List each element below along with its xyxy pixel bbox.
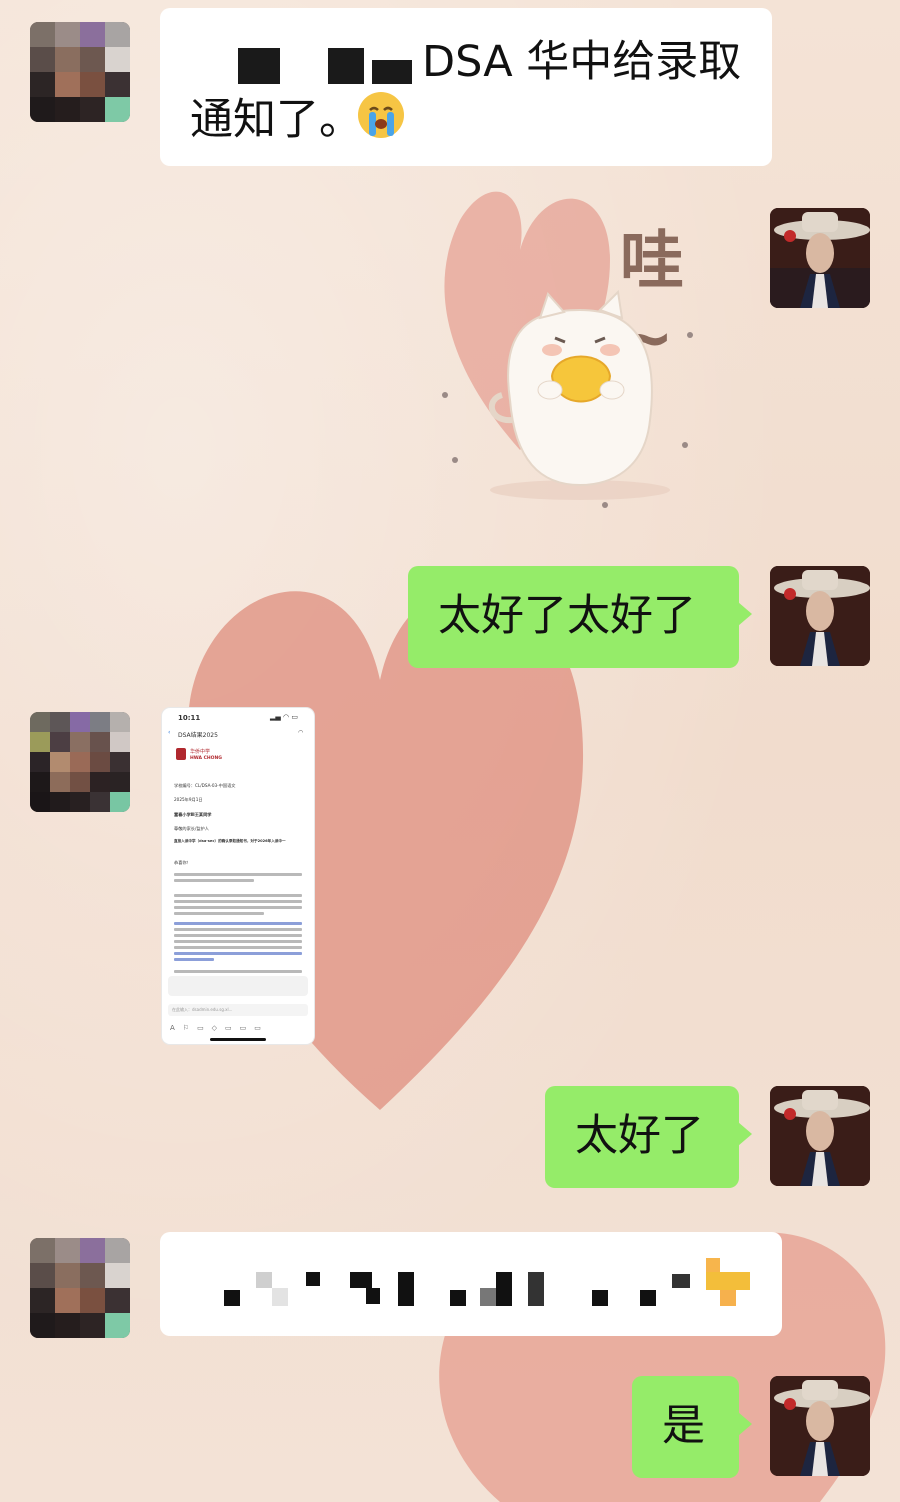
redacted-text xyxy=(372,60,412,84)
avatar[interactable] xyxy=(30,712,130,812)
bubble-tail xyxy=(738,602,752,626)
avatar[interactable] xyxy=(770,1086,870,1186)
avatar[interactable] xyxy=(770,1376,870,1476)
toolbar xyxy=(168,976,308,996)
bottom-toolbar-icons: A⚐▭◇▭▭▭ xyxy=(170,1024,269,1032)
message-text: 太好了 xyxy=(575,1111,704,1161)
bubble-tail xyxy=(738,1412,752,1436)
cat-eating-icon xyxy=(442,289,693,508)
sticker-image[interactable]: 哇~ xyxy=(430,200,730,520)
avatar[interactable] xyxy=(30,1238,130,1338)
logo-cn: 华侨中学 xyxy=(190,749,211,755)
message-bubble-outgoing[interactable]: 是 xyxy=(632,1376,739,1478)
redacted-text xyxy=(328,48,364,84)
redacted-text xyxy=(238,48,280,84)
crying-emoji-icon xyxy=(356,90,406,140)
letter-subject: 直接入读中学（dsa-sec）的确认录取通知书，对于2026年入读中一 xyxy=(174,839,286,843)
school-logo xyxy=(176,748,186,760)
letter-date: 2025年9月1日 xyxy=(174,797,203,802)
image-message[interactable]: 10:11 ▂▄ ◠ ▭ ‹ DSA结果2025 ◠ 华侨中学 HWA CHON… xyxy=(162,708,314,1044)
message-bubble-outgoing[interactable]: 太好了 xyxy=(545,1086,739,1188)
avatar[interactable] xyxy=(770,566,870,666)
avatar[interactable] xyxy=(30,22,130,122)
headphone-icon: ◠ xyxy=(298,729,304,736)
message-text: 是 xyxy=(662,1401,705,1451)
mail-header: DSA结果2025 xyxy=(178,732,218,739)
message-text-line2: 通知了。 xyxy=(190,95,362,145)
letter-recipient: 富春小学Ⅲ王某同学 xyxy=(174,812,212,817)
letter-greeting: 恭喜你！ xyxy=(174,860,191,865)
search-bar: 在此输入：dsadmin.edu.sg.xl... xyxy=(168,1004,308,1016)
back-chevron-icon: ‹ xyxy=(168,729,171,736)
ref-no: 学校编号：CL/DSA-03-中国语文 xyxy=(174,783,236,788)
signal-icons: ▂▄ ◠ ▭ xyxy=(270,713,298,721)
message-bubble-outgoing[interactable]: 太好了太好了 xyxy=(408,566,739,668)
status-time: 10:11 xyxy=(178,714,201,722)
message-bubble-incoming[interactable]: DSA 华中给录取 通知了。 xyxy=(160,8,772,166)
message-text: DSA 华中给录取 xyxy=(422,37,742,87)
message-text: 太好了太好了 xyxy=(438,591,696,641)
message-bubble-incoming-redacted[interactable] xyxy=(160,1232,782,1336)
home-indicator xyxy=(210,1038,266,1041)
letter-salutation: 尊敬的家长/监护人 xyxy=(174,826,209,831)
bubble-tail xyxy=(738,1122,752,1146)
logo-en: HWA CHONG xyxy=(190,756,222,761)
emoji-icon xyxy=(706,1258,720,1272)
avatar[interactable] xyxy=(770,208,870,308)
